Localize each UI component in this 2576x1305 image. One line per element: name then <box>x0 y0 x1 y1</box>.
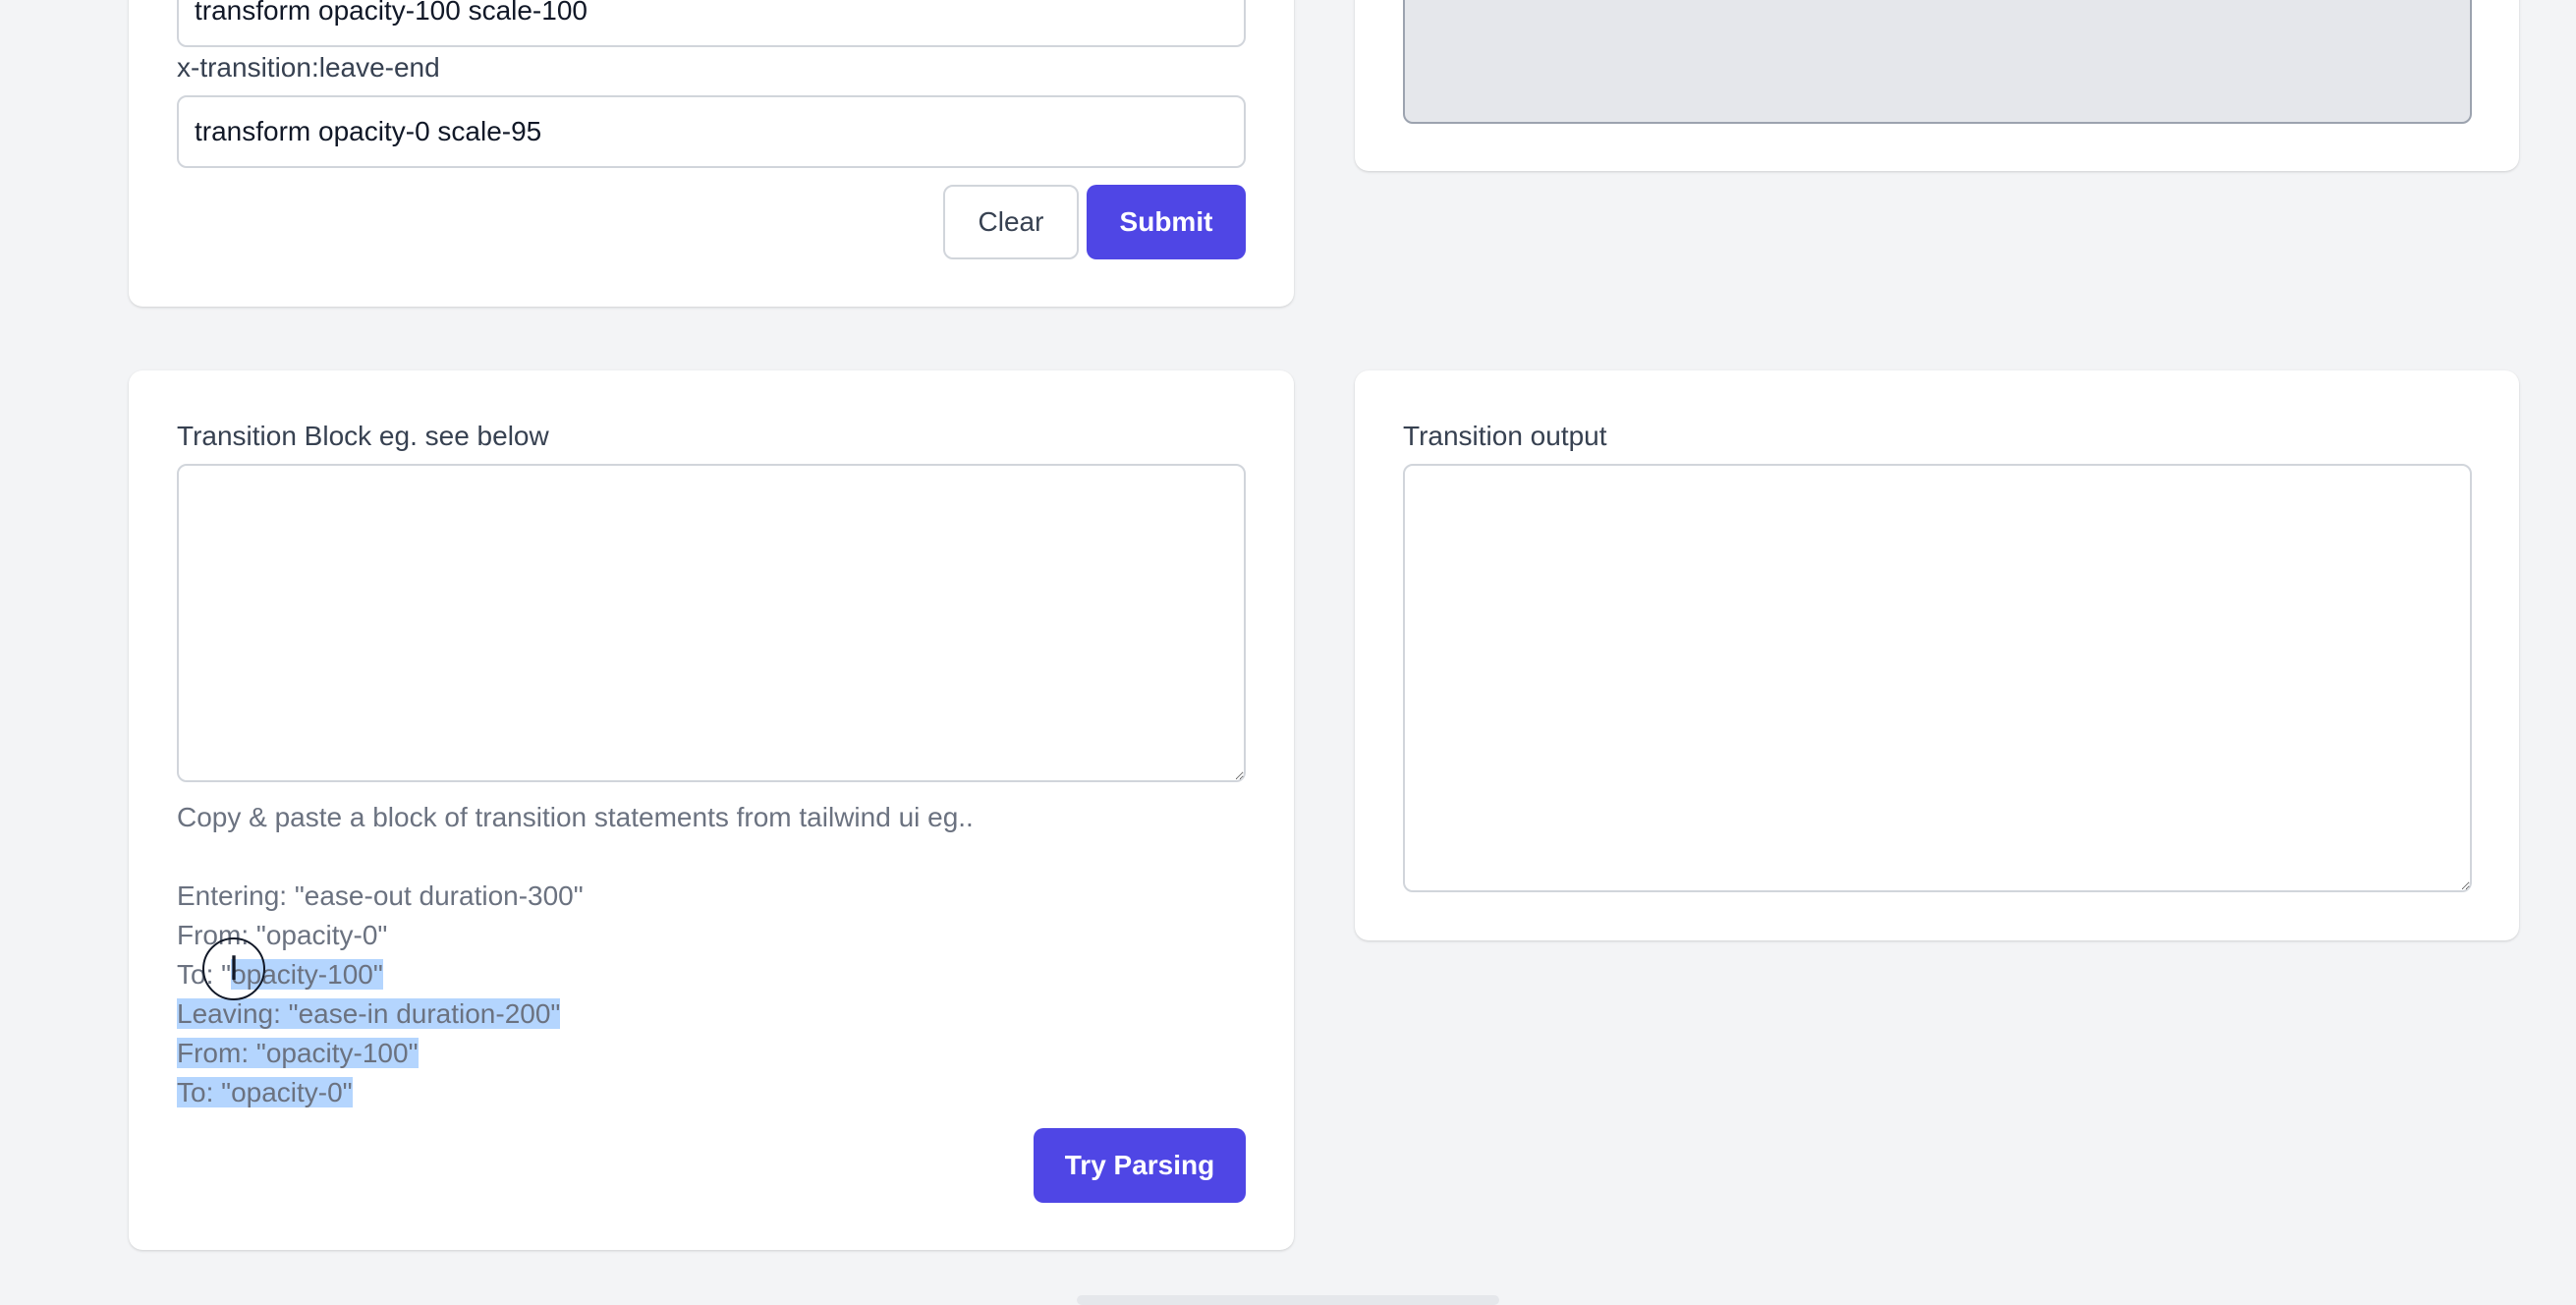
transition-output-textarea[interactable] <box>1403 464 2472 892</box>
transition-block-textarea[interactable] <box>177 464 1246 782</box>
try-parsing-button[interactable]: Try Parsing <box>1034 1128 1246 1203</box>
preview-box <box>1403 0 2472 124</box>
help-spacer <box>177 837 974 877</box>
transition-output-label: Transition output <box>1403 421 1607 451</box>
example-line: Leaving: "ease-in duration-200" <box>177 998 561 1029</box>
leave-end-label: x-transition:leave-end <box>177 52 440 83</box>
transition-block-help: Copy & paste a block of transition state… <box>177 798 974 1112</box>
example-line: Entering: "ease-out duration-300" <box>177 880 584 911</box>
mouse-cursor-icon: I <box>202 937 265 1000</box>
clear-button[interactable]: Clear <box>943 185 1079 259</box>
transition-block-label: Transition Block eg. see below <box>177 421 549 451</box>
example-line: To: "opacity-0" <box>177 1077 353 1107</box>
submit-button[interactable]: Submit <box>1087 185 1246 259</box>
leave-end-input[interactable] <box>177 95 1246 168</box>
example-line: From: "opacity-100" <box>177 1038 419 1068</box>
example-line: To: "opacity-100" <box>177 959 383 990</box>
example-line: From: "opacity-0" <box>177 920 388 950</box>
leave-start-input[interactable] <box>177 0 1246 47</box>
bottom-partial-element <box>1077 1295 1499 1305</box>
help-intro: Copy & paste a block of transition state… <box>177 802 974 832</box>
